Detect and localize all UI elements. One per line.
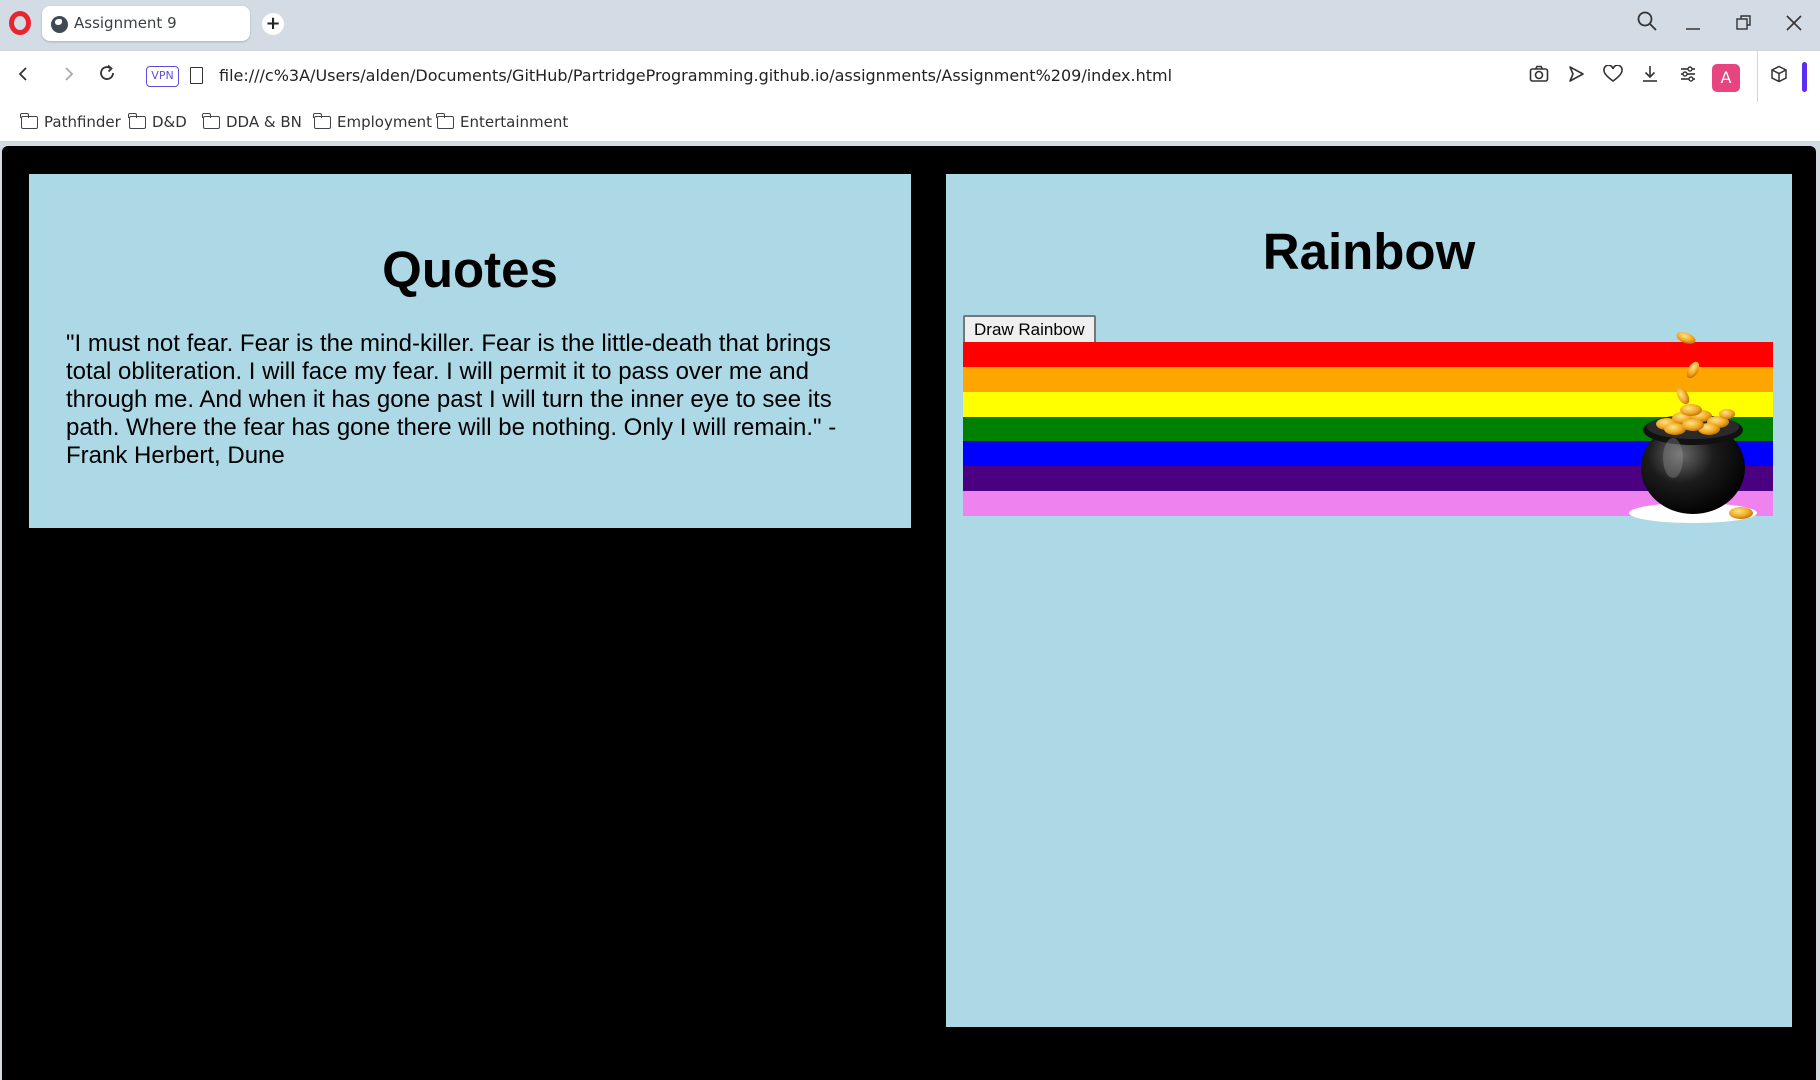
globe-icon [51,16,68,33]
bookmark-label: Entertainment [460,113,569,131]
bookmark-folder-entertainment[interactable]: Entertainment [436,112,569,132]
url-field[interactable]: file:///c%3A/Users/alden/Documents/GitHu… [219,66,1172,85]
bookmark-label: DDA & BN [226,113,302,131]
bookmark-folder-employment[interactable]: Employment [313,112,433,132]
forward-icon[interactable] [54,62,84,92]
folder-icon [20,112,38,129]
camera-icon[interactable] [1526,64,1552,90]
folder-icon [202,112,220,129]
vpn-badge[interactable]: VPN [146,66,179,87]
page-viewport: Quotes "I must not fear. Fear is the min… [2,146,1816,1080]
quote-text: "I must not fear. Fear is the mind-kille… [66,330,837,469]
folder-icon [128,112,146,129]
quotes-panel: Quotes "I must not fear. Fear is the min… [29,174,911,528]
restore-icon[interactable] [1729,10,1759,40]
quotes-heading: Quotes [382,241,558,298]
toolbar-divider [1757,51,1758,103]
close-icon[interactable] [1779,10,1809,40]
bookmark-folder-dda-bn[interactable]: DDA & BN [202,112,302,132]
file-icon [190,67,203,84]
extensions-cube-icon[interactable] [1766,64,1792,90]
folder-icon [313,112,331,129]
opera-logo-icon[interactable] [9,11,31,35]
address-bar: VPN file:///c%3A/Users/alden/Documents/G… [0,50,1820,103]
tab-bar: Assignment 9 + [0,0,1820,50]
heart-icon[interactable] [1600,64,1626,90]
bookmark-label: D&D [152,113,187,131]
send-icon[interactable] [1563,64,1589,90]
bookmark-folder-dnd[interactable]: D&D [128,112,187,132]
new-tab-button[interactable]: + [262,13,284,35]
pot-of-gold-image [1629,332,1757,523]
download-icon[interactable] [1637,64,1663,90]
rainbow-panel: Rainbow Draw Rainbow [946,174,1792,1027]
reload-icon[interactable] [92,62,122,92]
browser-tab[interactable]: Assignment 9 [42,6,250,41]
folder-icon [436,112,454,129]
profile-avatar[interactable]: A [1712,64,1740,92]
easy-setup-icon[interactable] [1675,64,1701,90]
bookmark-folder-pathfinder[interactable]: Pathfinder [20,112,121,132]
sidebar-accent [1802,62,1807,92]
search-tabs-icon[interactable] [1632,10,1662,40]
tab-title: Assignment 9 [74,14,177,32]
bookmark-label: Employment [337,113,433,131]
bookmark-label: Pathfinder [44,113,121,131]
bookmarks-bar: Pathfinder D&D DDA & BN Employment Enter… [0,102,1820,142]
rainbow-heading: Rainbow [1262,223,1476,280]
draw-rainbow-button[interactable]: Draw Rainbow [963,315,1096,344]
minimize-icon[interactable] [1678,10,1708,40]
back-icon[interactable] [8,62,38,92]
